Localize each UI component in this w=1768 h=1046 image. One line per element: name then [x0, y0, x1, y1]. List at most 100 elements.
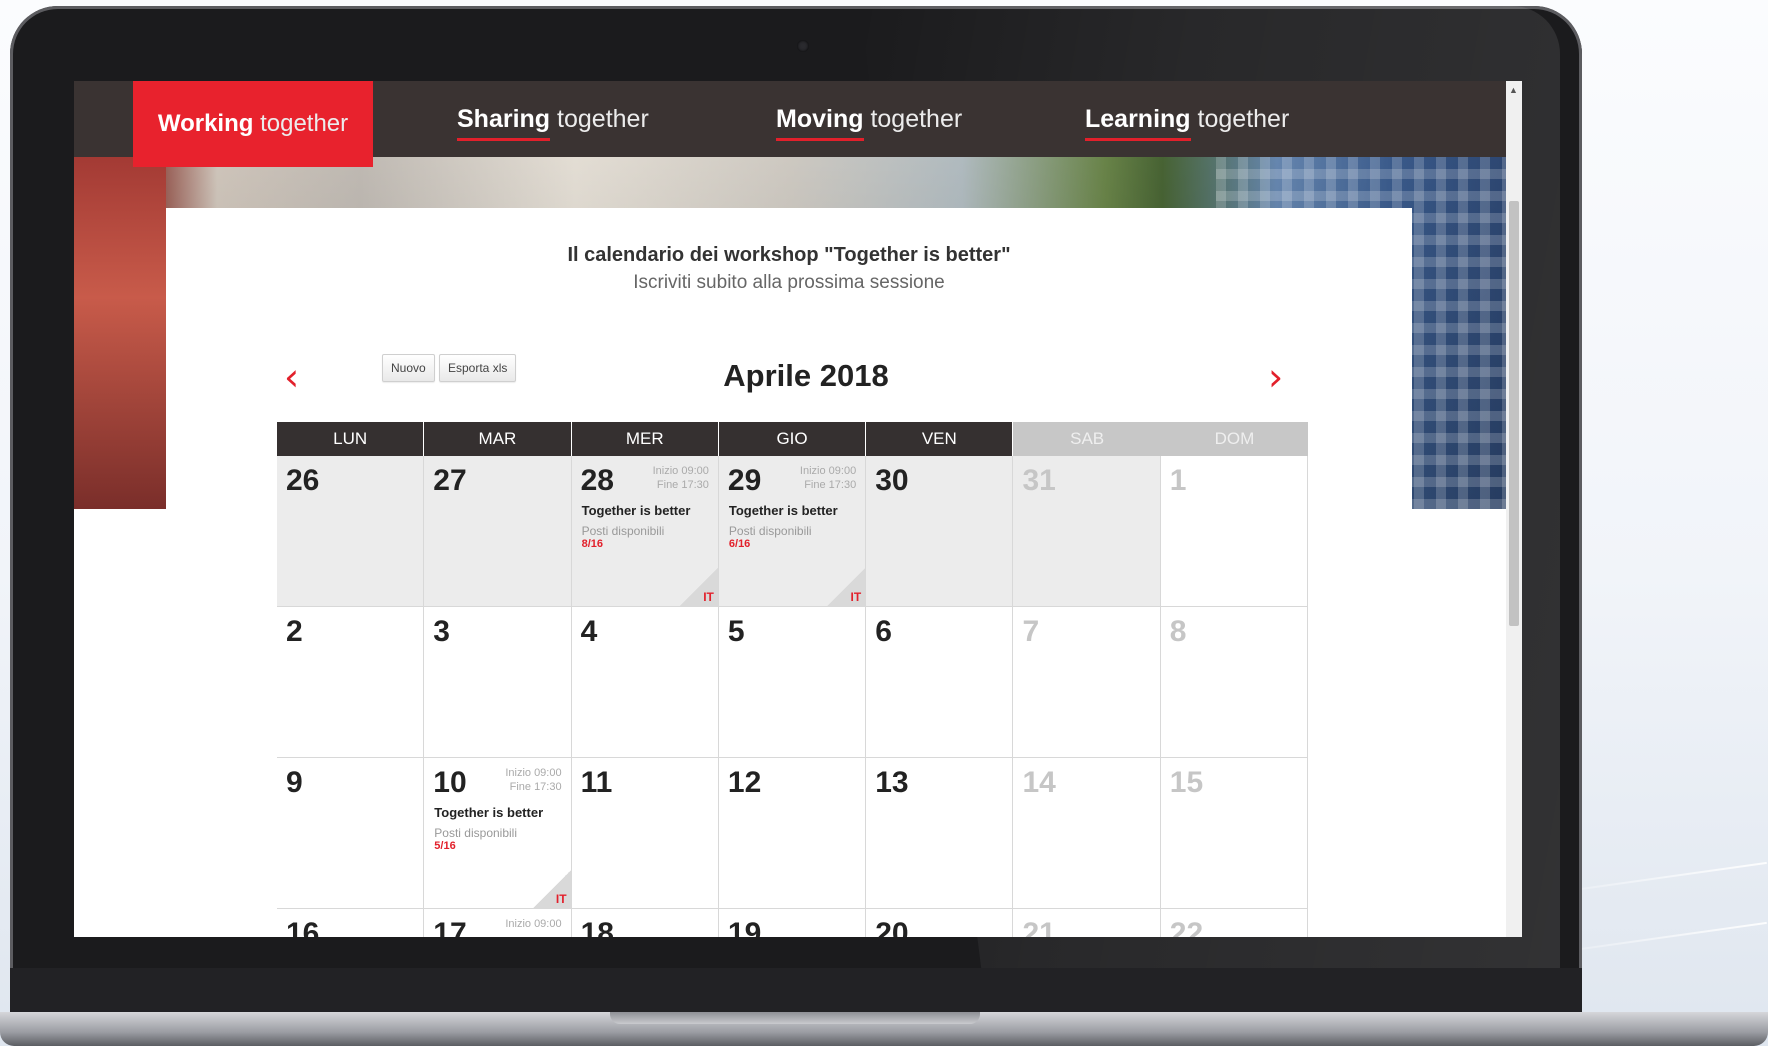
day-number: 16 — [286, 917, 320, 937]
event-seat-count: 6/16 — [728, 538, 751, 550]
day-number: 15 — [1169, 766, 1204, 799]
nuovo-button[interactable]: Nuovo — [382, 354, 435, 382]
calendar-day-cell[interactable]: 5 — [718, 607, 867, 758]
calendar-day-cell[interactable]: 1 — [1160, 456, 1309, 607]
page-title: Il calendario dei workshop "Together is … — [567, 244, 1011, 266]
calendar-day-cell[interactable]: 19 — [718, 909, 867, 937]
event-language-badge: IT — [555, 892, 567, 906]
event-start-time: Inizio 09:00 — [505, 767, 562, 779]
calendar-day-cell[interactable]: 7 — [1013, 607, 1161, 758]
calendar-day-cell[interactable]: 14 — [1013, 758, 1161, 909]
camera-icon — [797, 40, 809, 52]
day-number: 31 — [1022, 464, 1056, 497]
scrollbar-thumb[interactable] — [1509, 201, 1519, 626]
next-month-button[interactable]: › — [1268, 358, 1283, 396]
nav-label-bold: Working — [157, 110, 254, 137]
hero-photo-left — [74, 157, 166, 509]
event-start-time: Inizio 09:00 — [505, 918, 562, 930]
event-title[interactable]: Together is better — [729, 503, 838, 518]
calendar-day-cell[interactable]: 9 — [277, 758, 425, 909]
event-language-badge: IT — [850, 590, 862, 604]
calendar-day-cell[interactable]: 28 Inizio 09:00 Fine 17:30 Together is bett… — [571, 456, 719, 607]
weekday-2: MER — [571, 422, 719, 456]
calendar-day-cell[interactable]: 21 — [1013, 909, 1161, 937]
calendar-day-cell[interactable]: 3 — [424, 607, 572, 758]
laptop-notch — [610, 1012, 980, 1024]
event-seat-count: 8/16 — [581, 538, 604, 550]
event-end-time: Fine 17:30 — [804, 479, 857, 491]
nav-sharing-together[interactable]: Sharing together — [457, 81, 649, 157]
calendar-day-cell[interactable]: 12 — [718, 758, 867, 909]
event-availability-label: Posti disponibili — [728, 524, 812, 538]
weekday-3: GIO — [718, 422, 867, 456]
event-end-time: Fine 17:30 — [509, 781, 562, 793]
weekday-0: LUN — [277, 422, 425, 456]
nav-working-together[interactable]: Working together — [133, 81, 373, 167]
event-times: Inizio 09:00 Fine 17:30 — [505, 766, 561, 794]
event-end-time: Fine 17:30 — [656, 479, 709, 491]
nav-moving-together[interactable]: Moving together — [776, 81, 962, 157]
calendar-day-cell[interactable]: 11 — [571, 758, 719, 909]
calendar-day-cell[interactable]: 22 — [1160, 909, 1309, 937]
day-number: 1 — [1169, 464, 1187, 497]
calendar-day-cell[interactable]: 6 — [866, 607, 1014, 758]
event-availability-label: Posti disponibili — [581, 524, 665, 538]
calendar-day-cell[interactable]: 29 Inizio 09:00 Fine 17:30 Together is bett… — [718, 456, 867, 607]
day-number: 27 — [433, 464, 467, 497]
calendar-day-cell[interactable]: 2 — [277, 607, 425, 758]
day-number: 28 — [580, 464, 614, 497]
calendar-day-cell[interactable]: 13 — [866, 758, 1014, 909]
day-number: 2 — [286, 615, 303, 648]
day-number: 8 — [1169, 615, 1187, 648]
day-number: 20 — [875, 917, 909, 937]
calendar-day-cell[interactable]: 17 Inizio 09:00 — [424, 909, 572, 937]
nav-label-light: together — [557, 104, 649, 133]
calendar-day-cell[interactable]: 26 — [277, 456, 425, 607]
page-scrollbar[interactable]: ▲ — [1506, 81, 1522, 937]
event-start-time: Inizio 09:00 — [799, 465, 857, 477]
calendar-day-cell[interactable]: 31 — [1013, 456, 1161, 607]
day-number: 5 — [727, 615, 745, 648]
calendar-day-cell[interactable]: 10 Inizio 09:00 Fine 17:30 Together is bett… — [424, 758, 572, 909]
prev-month-button[interactable]: ‹ — [284, 358, 299, 396]
event-times: Inizio 09:00 Fine 17:30 — [653, 464, 709, 492]
calendar-day-cell[interactable]: 4 — [571, 607, 719, 758]
calendar-day-cell[interactable]: 27 — [424, 456, 572, 607]
day-number: 21 — [1022, 917, 1056, 937]
nav-learning-together[interactable]: Learning together — [1085, 81, 1289, 157]
day-number: 9 — [286, 766, 303, 799]
calendar-day-cell[interactable]: 20 — [866, 909, 1014, 937]
nav-label-light: together — [260, 110, 349, 137]
calendar-day-cell[interactable]: 16 — [277, 909, 425, 937]
laptop-base — [0, 1012, 1768, 1046]
export-xls-button[interactable]: Esporta xls — [439, 354, 517, 382]
event-title[interactable]: Together is better — [582, 503, 691, 518]
day-number: 14 — [1022, 766, 1056, 799]
day-number: 22 — [1169, 917, 1204, 937]
day-number: 29 — [727, 464, 762, 497]
month-title: Aprile 2018 — [723, 358, 889, 393]
day-number: 12 — [727, 766, 762, 799]
calendar-day-cell[interactable]: 15 — [1160, 758, 1309, 909]
nav-label-bold: Learning — [1085, 104, 1191, 133]
event-title[interactable]: Together is better — [434, 805, 543, 820]
scroll-up-icon[interactable]: ▲ — [1509, 85, 1518, 95]
day-number: 26 — [286, 464, 320, 497]
calendar-day-cell[interactable]: 8 — [1160, 607, 1309, 758]
calendar-grid: LUN MAR MER GIO VEN SAB DOM 26 27 28 Inizio 09:00… — [277, 422, 1309, 937]
calendar-body: 26 27 28 Inizio 09:00 Fine 17:30 Together is … — [277, 456, 1309, 937]
weekday-5: SAB — [1013, 422, 1161, 456]
day-number: 13 — [875, 766, 909, 799]
calendar-card: Il calendario dei workshop "Together is … — [166, 208, 1412, 937]
nav-label-bold: Moving — [776, 104, 864, 133]
day-number: 10 — [433, 766, 467, 799]
main-nav: Working together Sharing together Moving… — [74, 81, 1506, 167]
chevron-right-icon: › — [1268, 355, 1284, 399]
calendar-day-cell[interactable]: 18 — [571, 909, 719, 937]
nav-label-light: together — [1197, 104, 1290, 133]
page-subtitle: Iscriviti subito alla prossima sessione — [633, 272, 945, 293]
day-number: 3 — [433, 615, 450, 648]
calendar-day-cell[interactable]: 30 — [866, 456, 1014, 607]
event-language-badge: IT — [703, 590, 714, 604]
weekday-4: VEN — [866, 422, 1014, 456]
